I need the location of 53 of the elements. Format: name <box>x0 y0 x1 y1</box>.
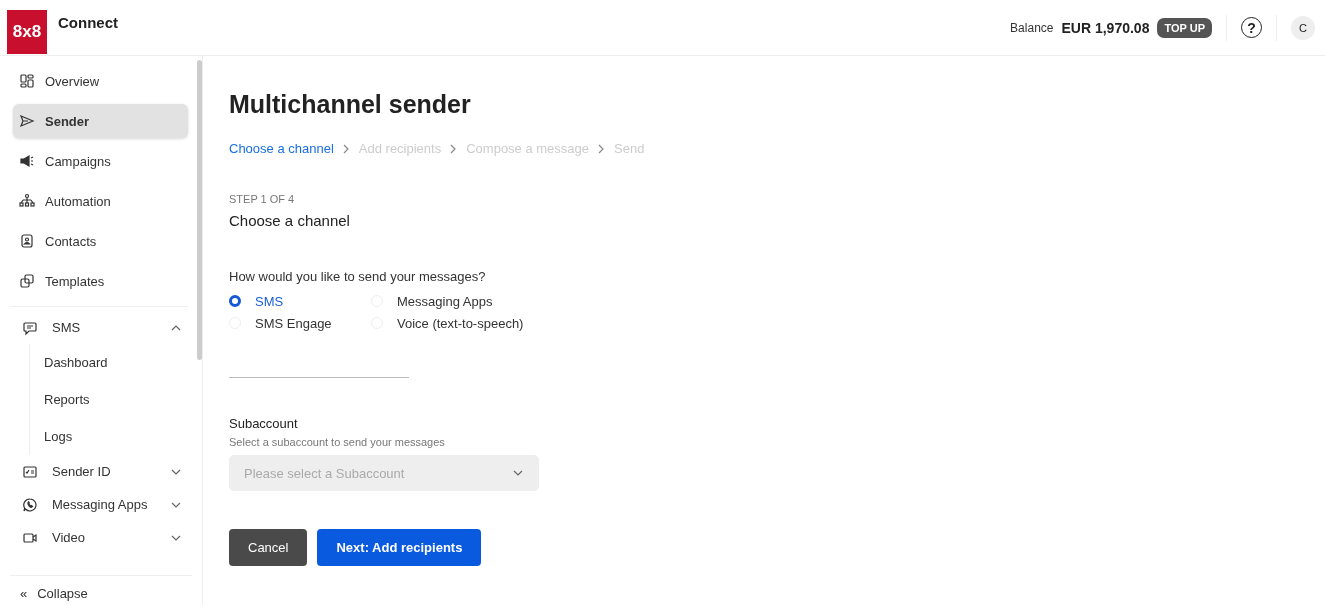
page-title: Multichannel sender <box>229 90 472 119</box>
chevron-up-icon <box>170 323 182 332</box>
field-hint: Select a subaccount to send your messages <box>229 436 446 448</box>
sidebar-item[interactable]: Automation <box>13 184 188 218</box>
scrollbar[interactable] <box>197 60 202 360</box>
sidebar-subitem[interactable]: Dashboard <box>44 344 202 381</box>
avatar[interactable]: C <box>1291 15 1315 40</box>
help-icon[interactable]: ? <box>1241 17 1262 38</box>
top-up-button[interactable]: TOP UP <box>1157 17 1212 38</box>
flowchart-icon <box>19 193 35 209</box>
sidebar-group[interactable]: Video <box>13 521 188 554</box>
channel-option[interactable]: Messaging Apps <box>371 290 569 312</box>
chevron-down-icon <box>170 467 182 476</box>
channel-option[interactable]: Voice (text-to-speech) <box>371 312 569 334</box>
sidebar-group[interactable]: Messaging Apps <box>13 488 188 521</box>
sidebar-item[interactable]: Contacts <box>13 224 188 258</box>
question-text: How would you like to send your messages? <box>229 269 487 284</box>
sidebar-group[interactable]: SMS <box>13 311 188 344</box>
step-title: Choose a channel <box>229 212 351 229</box>
channel-option[interactable]: SMS <box>229 290 371 312</box>
sidebar-group[interactable]: Sender ID <box>13 455 188 488</box>
double-chevron-icon: « <box>20 586 28 601</box>
chevron-right-icon <box>342 143 350 154</box>
balance-amount: EUR 1,970.08 <box>1061 19 1150 36</box>
chevron-down-icon <box>170 533 182 542</box>
cancel-button[interactable]: Cancel <box>229 529 308 566</box>
app-name: Connect <box>58 13 118 31</box>
chat-bubble-icon <box>22 319 38 336</box>
chevron-down-icon <box>170 500 182 509</box>
chevron-right-icon <box>598 143 606 154</box>
megaphone-icon <box>19 153 35 169</box>
sidebar-subitem[interactable]: Logs <box>44 418 202 455</box>
sidebar-subitem[interactable]: Reports <box>44 381 202 418</box>
channel-option[interactable]: SMS Engage <box>229 312 371 334</box>
copy-icon <box>19 273 35 289</box>
phone-bubble-icon <box>22 496 38 513</box>
id-card-icon <box>22 463 38 480</box>
paper-plane-icon <box>19 113 35 129</box>
contact-card-icon <box>19 233 35 249</box>
balance-label: Balance <box>1010 20 1054 35</box>
sidebar-item[interactable]: Campaigns <box>13 144 188 178</box>
dashboard-icon <box>19 73 35 89</box>
breadcrumb-step[interactable]: Choose a channel <box>229 141 334 156</box>
collapse-button[interactable]: « Collapse <box>10 575 192 605</box>
step-counter: STEP 1 OF 4 <box>229 193 296 205</box>
sidebar-item[interactable]: Templates <box>13 264 188 298</box>
logo-mark: 8x8 <box>7 10 47 54</box>
next-button[interactable]: Next: Add recipients <box>317 529 482 566</box>
chevron-down-icon <box>512 469 524 477</box>
sidebar-item[interactable]: Sender <box>13 104 188 138</box>
sidebar-item[interactable]: Overview <box>13 64 188 98</box>
chevron-right-icon <box>450 143 458 154</box>
field-label: Subaccount <box>229 416 299 431</box>
